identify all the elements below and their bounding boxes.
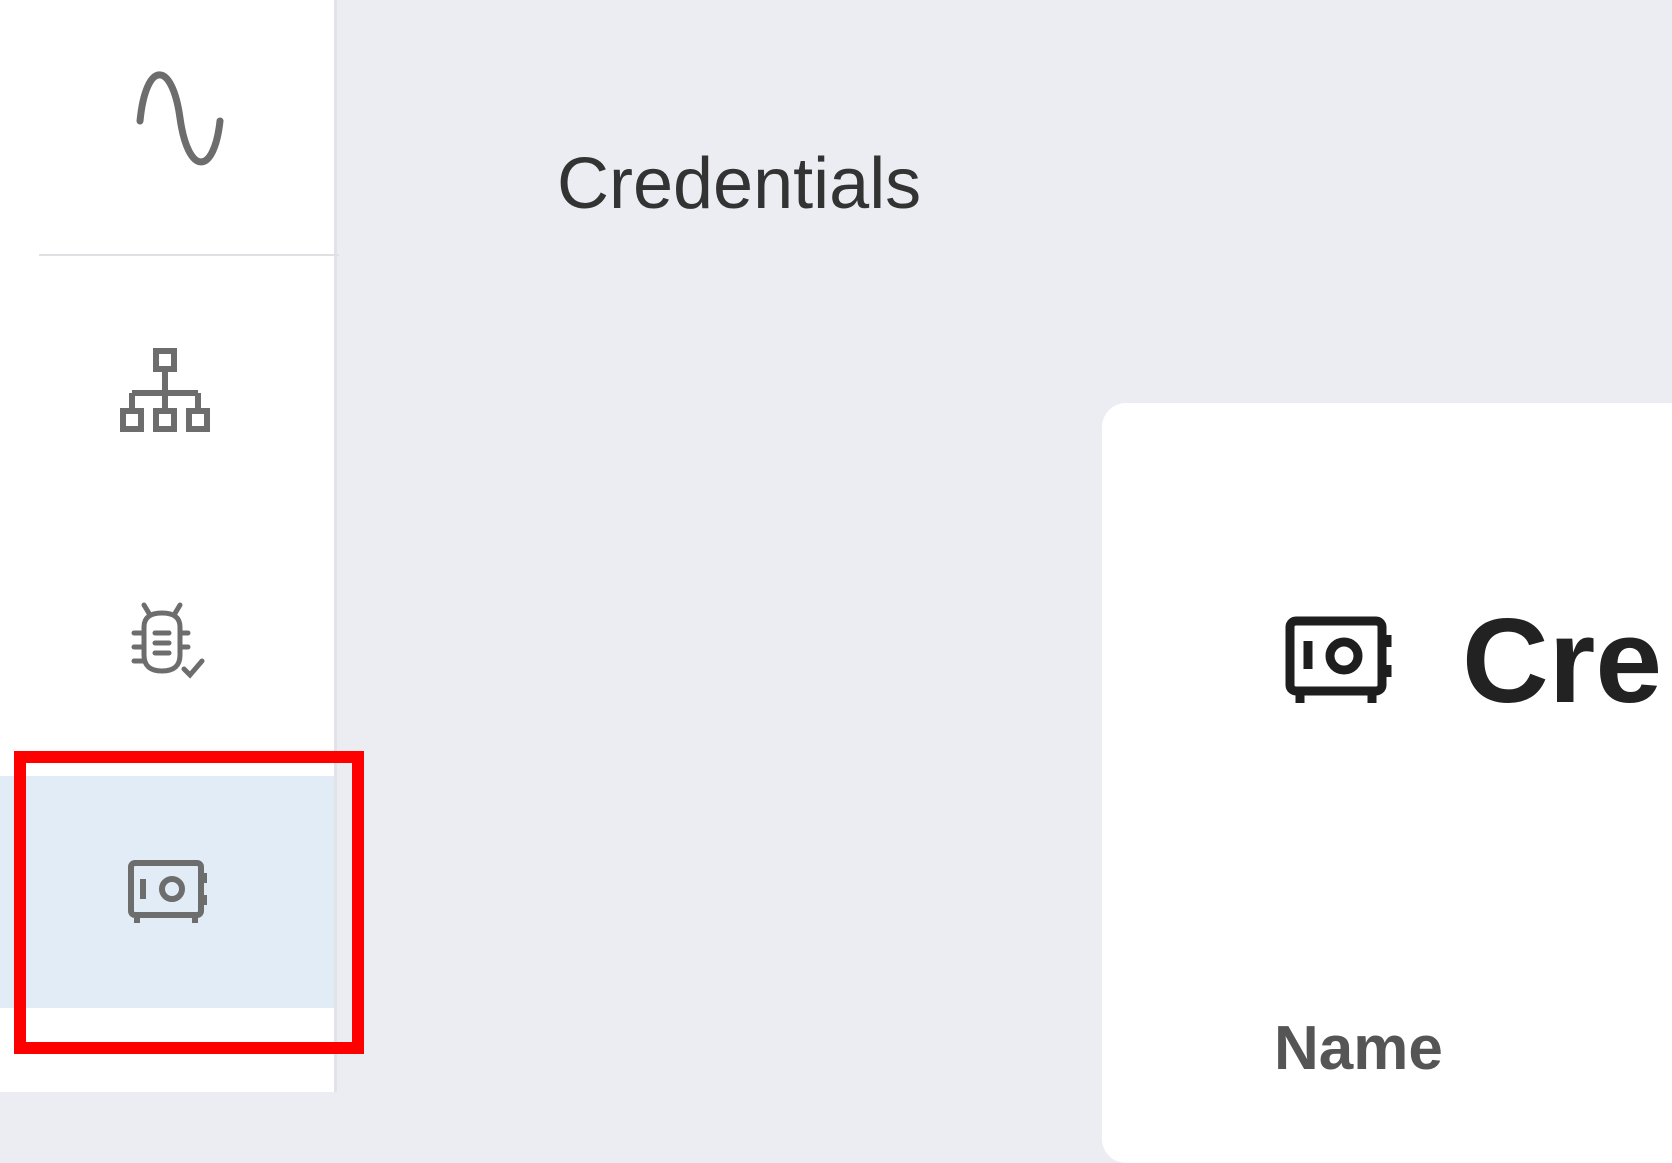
vault-icon xyxy=(128,860,207,923)
sine-wave-icon xyxy=(136,71,224,166)
name-field-label: Name xyxy=(1274,1014,1443,1083)
bug-check-icon xyxy=(131,602,205,679)
sidebar-divider xyxy=(39,254,339,256)
page-title: Credentials xyxy=(557,144,922,224)
sidebar-item-credentials[interactable] xyxy=(0,776,334,1008)
sidebar-item-debug[interactable] xyxy=(0,526,334,758)
card-icon-wrapper xyxy=(1282,613,1394,714)
logo[interactable] xyxy=(0,0,337,256)
sidebar-item-workflows[interactable] xyxy=(0,276,334,508)
card-title: Cre xyxy=(1462,594,1663,728)
credentials-card: Cre Name xyxy=(1102,403,1672,1163)
vault-icon xyxy=(1285,616,1392,703)
sitemap-icon xyxy=(120,348,210,432)
sidebar xyxy=(0,0,339,1092)
